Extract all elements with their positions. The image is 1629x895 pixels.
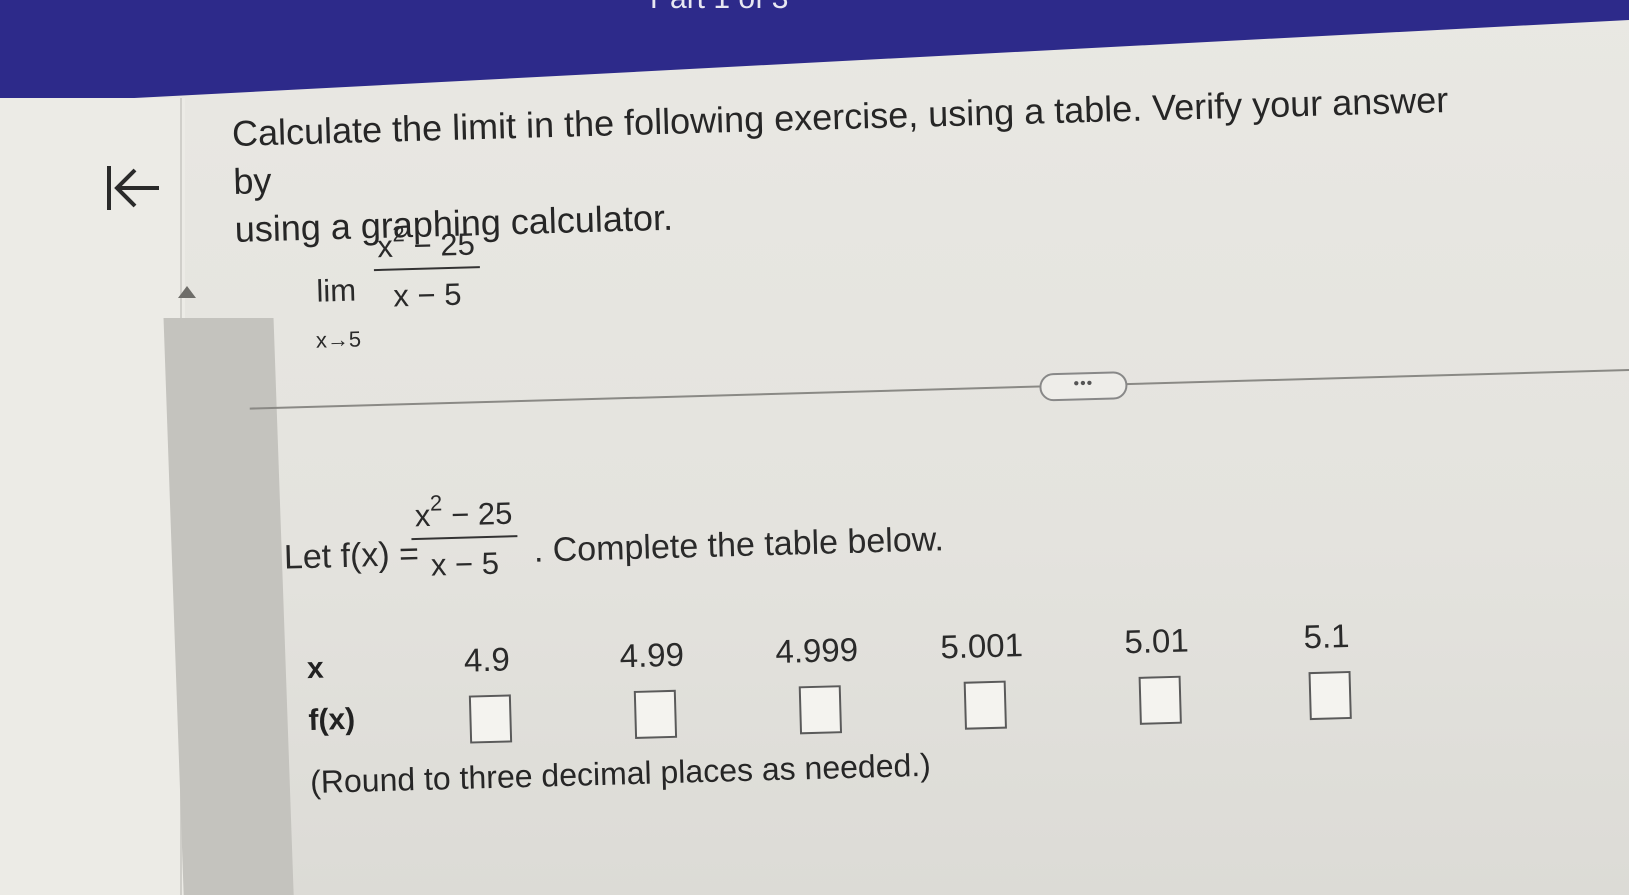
limit-denominator: x − 5: [392, 276, 462, 314]
x-value: 4.999: [774, 630, 859, 670]
numerator-rest: − 25: [404, 226, 476, 264]
fx-row-label: f(x): [308, 702, 356, 738]
x-value: 5.01: [1123, 621, 1190, 661]
function-numerator-rest: − 25: [442, 495, 513, 533]
fx-answer-input[interactable]: [798, 685, 843, 735]
fx-answer-input[interactable]: [468, 694, 513, 744]
expand-more-button[interactable]: •••: [1039, 371, 1128, 402]
numerator-base: x: [376, 228, 394, 265]
limit-fraction: x2 − 25 x − 5: [372, 221, 481, 315]
limit-expression: lim x→5 x2 − 25 x − 5: [315, 221, 518, 353]
let-prefix: Let f(x) =: [283, 534, 420, 577]
fx-answer-input[interactable]: [633, 689, 678, 739]
x-value: 4.9: [463, 640, 511, 679]
x-row-label: x: [306, 651, 325, 686]
function-numerator-exponent: 2: [429, 490, 443, 516]
lim-word: lim: [315, 272, 357, 309]
numerator-exponent: 2: [392, 221, 406, 247]
part-label: Part 1 of 3: [650, 0, 788, 16]
collapse-left-icon[interactable]: [105, 160, 165, 220]
x-value: 4.99: [619, 635, 685, 675]
fx-answer-input[interactable]: [963, 680, 1007, 730]
page: Part 1 of 3 Calculate the limit in the f…: [0, 0, 1629, 895]
question-content: Calculate the limit in the following exe…: [230, 21, 1629, 879]
scroll-up-arrow-icon[interactable]: [178, 286, 196, 298]
lim-approach: x→5: [315, 326, 362, 353]
function-definition: Let f(x) = x2 − 25 x − 5 . Complete the …: [282, 477, 1045, 608]
fx-answer-input[interactable]: [1138, 675, 1182, 725]
x-value: 5.001: [939, 626, 1024, 666]
function-numerator-base: x: [414, 497, 431, 534]
function-denominator: x − 5: [430, 546, 500, 583]
function-numerator: x2 − 25: [410, 490, 518, 541]
limit-numerator: x2 − 25: [372, 221, 480, 272]
function-fraction: x2 − 25 x − 5: [410, 490, 518, 584]
fx-answer-input[interactable]: [1308, 670, 1352, 721]
section-divider: [249, 369, 1629, 410]
x-value: 5.1: [1303, 616, 1350, 656]
let-suffix: . Complete the table below.: [533, 520, 945, 570]
